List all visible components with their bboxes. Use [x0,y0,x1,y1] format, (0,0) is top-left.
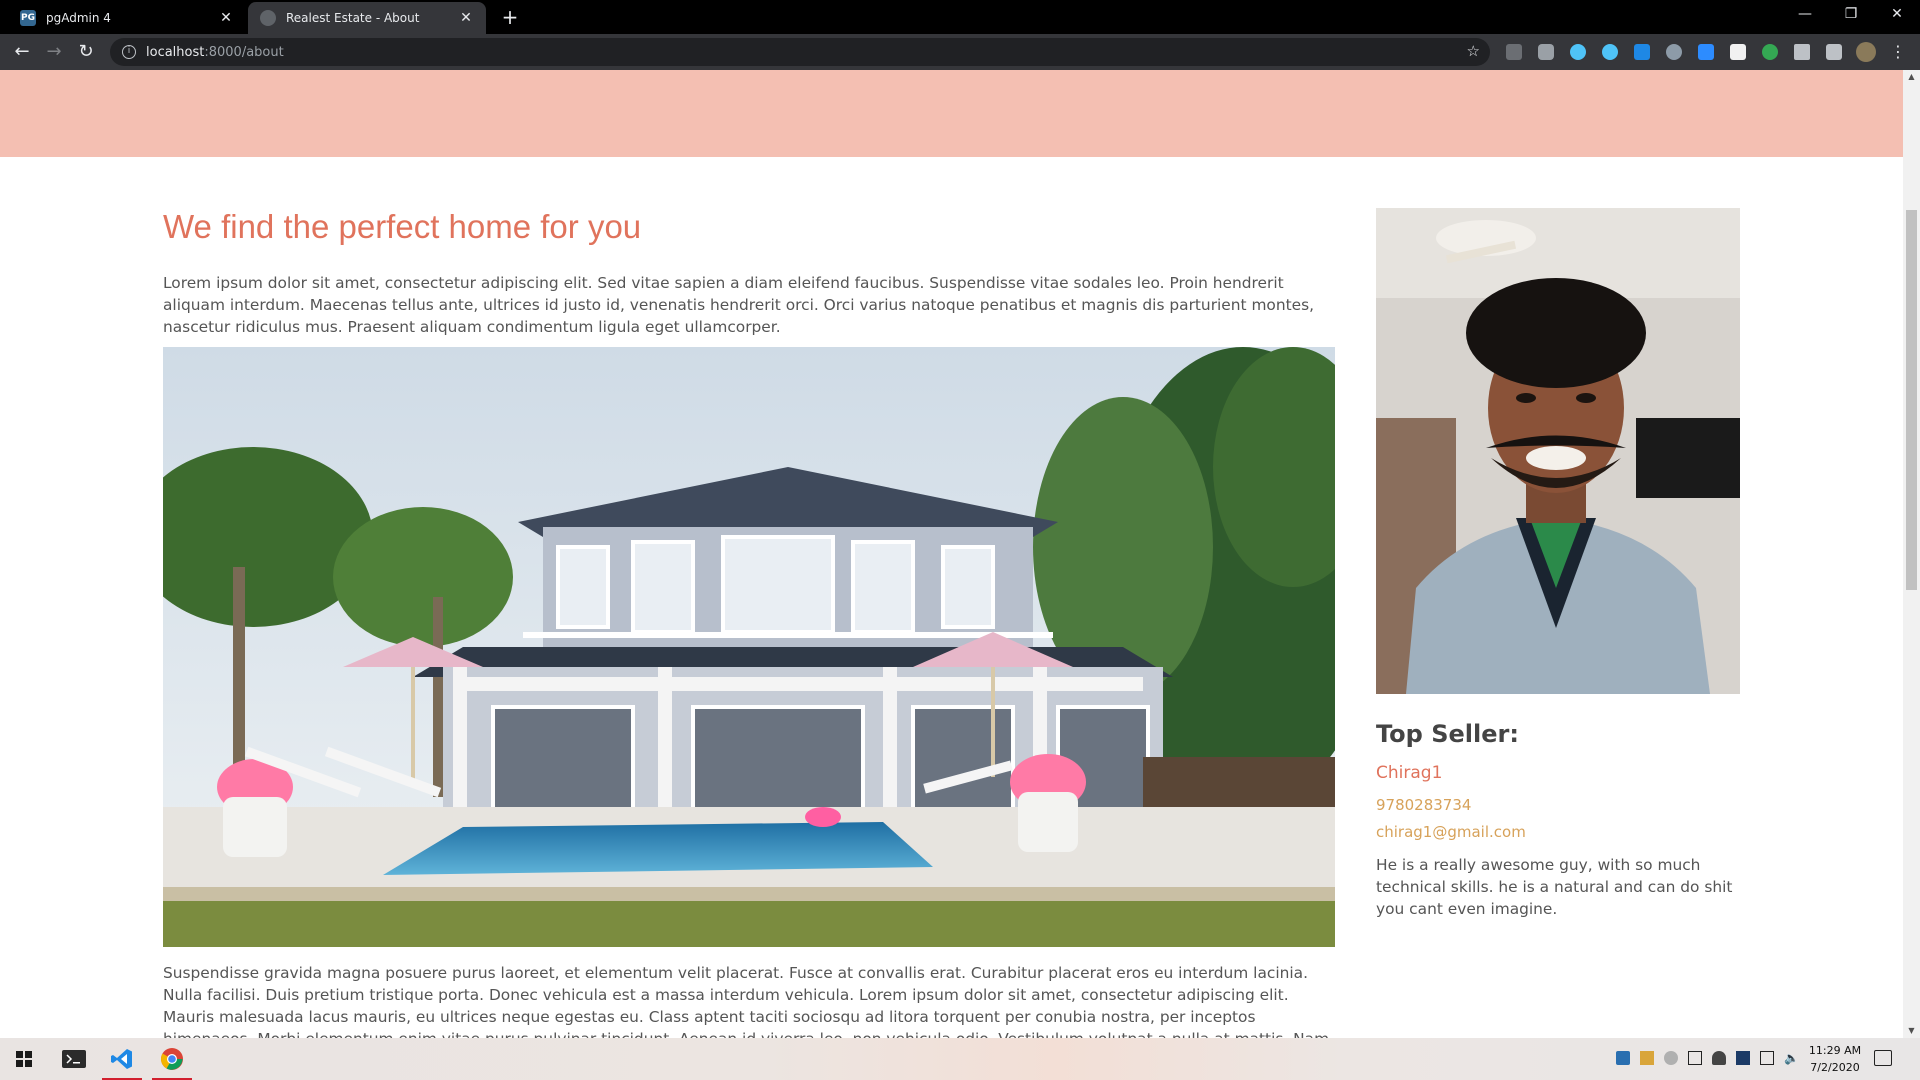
address-bar[interactable]: i localhost:8000/about ☆ [110,38,1490,66]
bookmark-star-icon[interactable]: ☆ [1467,42,1480,60]
network-icon[interactable] [1760,1051,1774,1065]
puzzle-extensions-icon[interactable] [1794,44,1810,60]
seller-bio: He is a really awesome guy, with so much… [1376,856,1733,918]
scroll-down-icon[interactable]: ▼ [1903,1024,1920,1038]
browser-tab-strip: PG pgAdmin 4 ✕ Realest Estate - About ✕ … [0,0,1920,34]
zoom-extension-icon[interactable] [1698,44,1714,60]
notification-icon[interactable] [1874,1050,1892,1066]
chrome-taskbar-button[interactable] [148,1038,196,1080]
page-viewport: We find the perfect home for you Lorem i… [0,70,1903,1038]
green-extension-icon[interactable] [1762,44,1778,60]
terminal-taskbar-button[interactable] [50,1038,98,1080]
tray-dev-icon[interactable] [1736,1051,1750,1065]
vscode-icon [111,1049,132,1069]
reload-button[interactable]: ↻ [74,40,98,64]
start-button[interactable] [0,1038,48,1080]
tab-pgadmin[interactable]: PG pgAdmin 4 ✕ [8,2,246,34]
scroll-up-icon[interactable]: ▲ [1903,70,1920,84]
tab-label: Realest Estate - About [286,11,420,25]
chart-extension-icon[interactable] [1506,44,1522,60]
owl-extension-icon[interactable] [1666,44,1682,60]
menu-icon[interactable]: ⋮ [1886,40,1910,64]
tab-about[interactable]: Realest Estate - About ✕ [248,2,486,34]
system-clock[interactable]: 11:29 AM 7/2/2020 [1800,1042,1870,1076]
new-tab-button[interactable]: + [498,6,522,30]
camera-extension-icon[interactable] [1538,44,1554,60]
info-icon[interactable]: i [122,45,136,59]
clock-time: 11:29 AM [1808,1044,1862,1057]
tray-shield-icon[interactable] [1640,1051,1654,1065]
url-host: localhost [146,44,205,60]
forward-button[interactable]: → [42,40,66,64]
react-devtools-icon[interactable] [1602,44,1618,60]
vscode-taskbar-button[interactable] [98,1038,146,1080]
header-band [0,70,1903,157]
media-queue-icon[interactable] [1826,44,1842,60]
close-tab-icon[interactable]: ✕ [458,10,474,26]
avatar[interactable] [1856,42,1876,62]
browser-toolbar: ← → ↻ i localhost:8000/about ☆ ⋮ [0,34,1920,70]
tab-label: pgAdmin 4 [46,11,111,25]
intro-paragraph: Lorem ipsum dolor sit amet, consectetur … [163,274,1315,336]
close-tab-icon[interactable]: ✕ [218,10,234,26]
terminal-icon [62,1050,86,1068]
body-paragraph: Suspendisse gravida magna posuere purus … [163,964,1329,1038]
security-icon[interactable] [1688,1051,1702,1065]
pgadmin-icon: PG [20,10,36,26]
top-seller-heading: Top Seller: [1376,720,1519,748]
page-title: We find the perfect home for you [163,208,642,245]
page-scrollbar[interactable]: ▲ ▼ [1903,70,1920,1038]
scrollbar-thumb[interactable] [1906,210,1917,590]
seller-email-link[interactable]: chirag1@gmail.com [1376,823,1526,841]
windows-icon [16,1051,32,1067]
calendar-extension-icon[interactable] [1730,44,1746,60]
s-extension-icon[interactable] [1634,44,1650,60]
onedrive-icon[interactable] [1712,1051,1726,1065]
react-extension-icon[interactable] [1570,44,1586,60]
clock-date: 7/2/2020 [1810,1061,1860,1074]
tray-eye-icon[interactable] [1664,1051,1678,1065]
back-button[interactable]: ← [10,40,34,64]
seller-name-link[interactable]: Chirag1 [1376,763,1442,783]
volume-icon[interactable]: 🔈 [1784,1051,1799,1065]
house-photo [163,347,1335,947]
close-window-button[interactable]: ✕ [1874,0,1920,30]
seller-photo [1376,208,1740,694]
globe-icon [260,10,276,26]
restore-button[interactable]: ❐ [1828,0,1874,30]
tray-app-icon[interactable] [1616,1051,1630,1065]
url-path: :8000/about [204,44,284,60]
windows-taskbar: 🔈 11:29 AM 7/2/2020 [0,1038,1920,1080]
minimize-button[interactable]: — [1782,0,1828,30]
seller-phone-link[interactable]: 9780283734 [1376,796,1471,814]
chrome-icon [161,1048,183,1070]
